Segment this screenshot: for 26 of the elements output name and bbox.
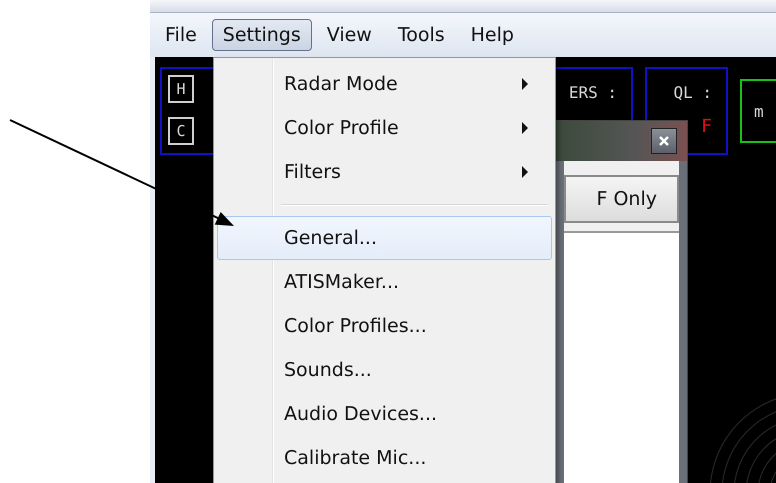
status-box-text: m: [754, 102, 764, 120]
menu-item[interactable]: Radar Mode: [217, 62, 552, 106]
key-button[interactable]: C: [168, 117, 194, 145]
menu-item[interactable]: Sounds...: [217, 348, 552, 392]
menu-item[interactable]: Filters: [217, 150, 552, 194]
close-button[interactable]: [651, 128, 677, 154]
counter-label: ERS :: [568, 83, 617, 104]
menu-item[interactable]: Settings: [212, 19, 312, 51]
menu-item[interactable]: Color Profiles...: [217, 304, 552, 348]
menu-item[interactable]: Tools: [386, 19, 456, 51]
menu-item[interactable]: Audio Devices...: [217, 392, 552, 436]
menu-item[interactable]: File: [154, 19, 208, 51]
submenu-arrow-icon: [521, 166, 529, 178]
menu-item[interactable]: View: [316, 19, 383, 51]
key-button[interactable]: H: [168, 75, 194, 103]
close-icon: [658, 135, 670, 147]
menu-item[interactable]: General...: [217, 216, 552, 260]
filter-button[interactable]: F Only: [564, 175, 679, 223]
queue-label: QL :: [673, 83, 712, 102]
queue-value: F: [701, 116, 712, 137]
submenu-arrow-icon: [521, 122, 529, 134]
submenu-arrow-icon: [521, 78, 529, 90]
menu-item[interactable]: Calibrate Mic...: [217, 436, 552, 480]
menu-item[interactable]: Help: [460, 19, 525, 51]
menu-item[interactable]: Color Profile: [217, 106, 552, 150]
menu-item[interactable]: ATISMaker...: [217, 260, 552, 304]
